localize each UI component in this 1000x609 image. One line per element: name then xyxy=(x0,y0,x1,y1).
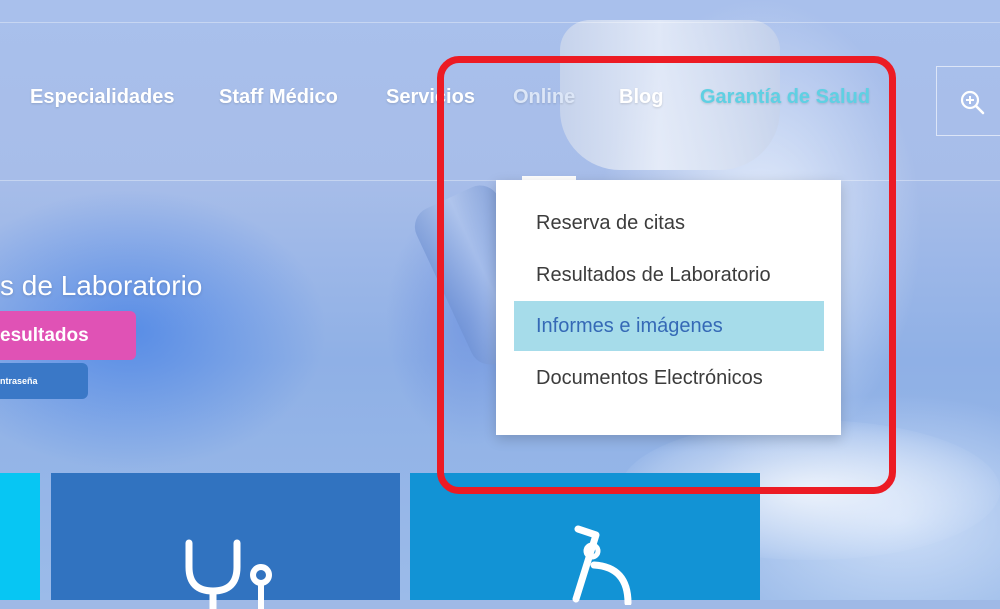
zoom-in-icon xyxy=(960,90,985,115)
nav-item-staff-medico[interactable]: Staff Médico xyxy=(219,86,338,109)
hero-title: s de Laboratorio xyxy=(0,270,203,301)
service-tile-cyan[interactable] xyxy=(0,473,40,600)
results-button[interactable]: esultados xyxy=(0,311,136,360)
microscope-icon xyxy=(572,525,632,605)
service-tile-specialties[interactable] xyxy=(51,473,400,609)
search-button[interactable] xyxy=(936,66,1000,136)
header-top-divider xyxy=(0,22,1000,23)
highlight-annotation-box xyxy=(437,56,896,494)
nav-item-especialidades[interactable]: Especialidades xyxy=(30,86,175,109)
password-button[interactable]: ntraseña xyxy=(0,363,88,399)
stethoscope-icon xyxy=(185,539,272,609)
